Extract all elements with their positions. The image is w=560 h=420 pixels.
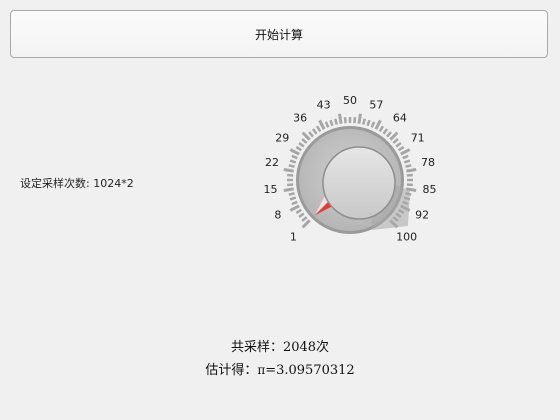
knob-tick <box>289 148 300 156</box>
knob-tick <box>370 121 376 128</box>
knob-tick <box>318 119 326 130</box>
knob-tick <box>288 164 295 168</box>
knob-tick <box>362 118 366 125</box>
knob-tick-label: 15 <box>264 183 278 196</box>
knob-tick <box>389 131 399 141</box>
knob-tick <box>283 187 294 192</box>
knob-tick <box>289 159 297 164</box>
knob-tick <box>397 146 405 152</box>
knob-tick-label: 71 <box>411 131 425 144</box>
knob-tick-label: 43 <box>317 99 331 112</box>
estimate-value: =3.09570312 <box>265 363 355 378</box>
knob-tick-label: 22 <box>265 156 279 169</box>
knob-tick-label: 64 <box>393 112 407 125</box>
knob-tick <box>406 168 417 173</box>
knob-tick <box>334 118 338 125</box>
knob-tick <box>289 204 300 212</box>
knob-tick <box>338 113 343 124</box>
knob-tick-label: 1 <box>290 231 297 244</box>
knob-tick <box>386 131 392 138</box>
knob-tick <box>291 154 298 160</box>
knob-tick-label: 100 <box>396 231 417 244</box>
knob-tick <box>311 128 318 135</box>
knob-tick <box>301 138 308 144</box>
total-samples-text: 共采样：2048次 <box>230 340 330 355</box>
knob-tick <box>395 141 402 148</box>
knob-tick-label: 8 <box>274 209 281 222</box>
knob-tick <box>298 141 305 148</box>
knob-tick <box>402 154 409 160</box>
knob-tick <box>295 146 303 152</box>
sample-count-label: 设定采样次数: 1024*2 <box>20 177 134 190</box>
knob-tick-label: 50 <box>343 94 357 107</box>
knob-tick-label: 92 <box>415 209 429 222</box>
knob-tick-label: 29 <box>275 131 289 144</box>
knob-tick <box>329 119 334 127</box>
start-button-label: 开始计算 <box>254 27 303 42</box>
knob-cap[interactable] <box>322 146 396 220</box>
knob-tick <box>289 196 297 201</box>
knob-tick <box>298 212 305 219</box>
knob-tick <box>374 119 382 130</box>
start-calculation-button[interactable]: 开始计算 <box>10 10 548 58</box>
app-window: 开始计算 设定采样次数: 1024*2 1 8 15 22 29 36 43 50 57 <box>0 0 560 420</box>
knob-tick <box>366 119 371 127</box>
knob-tick <box>283 168 294 173</box>
knob-tick <box>324 121 330 128</box>
sample-count-knob[interactable]: 1 8 15 22 29 36 43 50 57 64 71 78 85 92 100 <box>260 80 460 280</box>
knob-tick <box>308 131 314 138</box>
knob-tick <box>405 164 412 168</box>
knob-tick <box>288 192 295 196</box>
knob-tick <box>357 113 362 124</box>
knob-tick <box>378 125 384 133</box>
knob-tick <box>301 216 308 222</box>
knob-tick-label: 85 <box>423 183 437 196</box>
knob-tick <box>382 128 389 135</box>
knob-tick <box>301 131 311 141</box>
knob-tick-label: 78 <box>421 156 435 169</box>
knob-tick-label: 36 <box>293 112 307 125</box>
knob-tick <box>403 159 411 164</box>
knob-tick <box>392 138 399 144</box>
knob-graphic[interactable]: 18 15 22 29 36 43 50 57 64 71 78 85 92 100 <box>260 80 460 280</box>
knob-tick <box>301 219 311 229</box>
knob-tick <box>291 200 298 206</box>
estimate-prefix: 估计得： <box>205 363 258 378</box>
knob-tick <box>295 208 303 214</box>
knob-tick-label: 57 <box>369 99 383 112</box>
knob-tick <box>316 125 322 133</box>
pi-estimate-line: 估计得：π=3.09570312 <box>0 359 560 378</box>
knob-tick <box>400 148 411 156</box>
